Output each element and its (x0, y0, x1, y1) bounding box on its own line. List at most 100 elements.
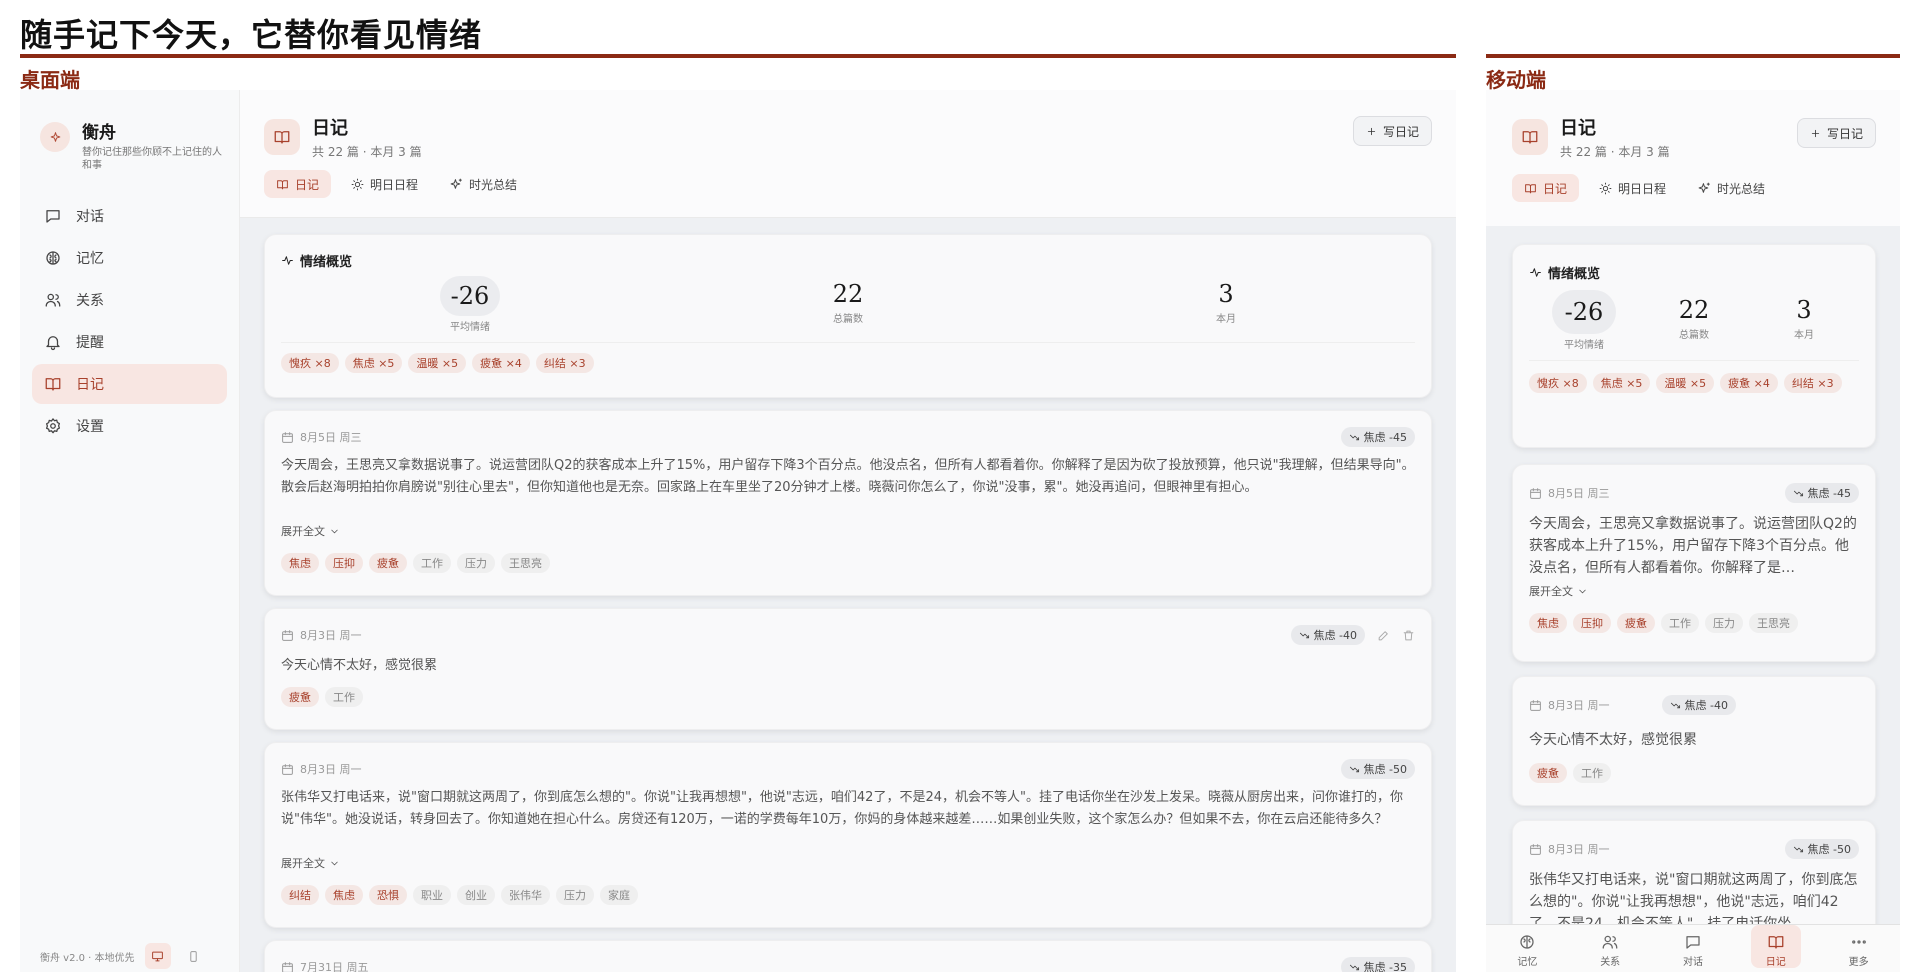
tab-label: 明日日程 (370, 177, 419, 192)
emotion-chip[interactable]: 愧疚 ×8 (281, 353, 339, 373)
expand-button[interactable]: 展开全文 (281, 855, 1415, 871)
mood-badge: 焦虑 -40 (1661, 695, 1736, 715)
month-label: 本月 (1216, 314, 1236, 325)
diary-entry[interactable]: 7月31日 周五 焦虑 -35 (264, 940, 1432, 972)
mood-text: 焦虑 -50 (1363, 763, 1407, 776)
emotion-chip[interactable]: 愧疚 ×8 (1529, 373, 1587, 393)
emotion-chip[interactable]: 疲惫 ×4 (1720, 373, 1778, 393)
emotion-chips: 愧疚 ×8 焦虑 ×5 温暖 ×5 疲惫 ×4 纠结 ×3 (1529, 360, 1859, 393)
entry-text: 今天心情不太好，感觉很累 (281, 658, 438, 673)
sidebar-item-memory[interactable]: 记忆 (32, 238, 227, 278)
emotion-tag: 纠结 (281, 885, 319, 905)
tab-schedule[interactable]: 明日日程 (339, 170, 430, 198)
desktop-preview: 衡舟 替你记住那些你顾不上记住的人和事 对话 记忆 关系 提醒 日记 设置 衡舟… (20, 90, 1456, 972)
mood-badge: 焦虑 -40 (1290, 625, 1365, 645)
desktop-view-button[interactable] (144, 943, 171, 969)
desktop-label: 桌面端 (20, 68, 80, 92)
sidebar-item-label: 设置 (76, 419, 104, 435)
sidebar-item-reminders[interactable]: 提醒 (32, 322, 227, 362)
brand-subtitle: 替你记住那些你顾不上记住的人和事 (82, 147, 222, 171)
emotion-chip[interactable]: 纠结 ×3 (1783, 373, 1842, 393)
entry-tags: 疲惫 工作 (1529, 763, 1859, 783)
mobile-nav-label: 对话 (1682, 957, 1703, 968)
expand-button[interactable]: 展开全文 (281, 523, 1415, 539)
trash-icon[interactable] (1402, 629, 1415, 642)
trending-down-icon (1349, 964, 1359, 970)
activity-icon (1529, 266, 1542, 279)
more-icon (1850, 933, 1868, 951)
mood-badge: 焦虑 -45 (1784, 483, 1859, 503)
emotion-chip[interactable]: 疲惫 ×4 (472, 353, 530, 373)
diary-entry[interactable]: 8月3日 周一 焦虑 -50 张伟华又打电话来，说"窗口期就这两周了，你到底怎么… (264, 742, 1432, 928)
book-icon (1767, 933, 1785, 951)
total-stat: 22 总篇数 (1639, 290, 1749, 342)
diary-entry[interactable]: 8月3日 周一 焦虑 -40 今天心情不太好，感觉很累 疲惫 工作 (1512, 676, 1876, 806)
mood-text: 焦虑 -40 (1684, 699, 1728, 712)
calendar-icon (1529, 487, 1542, 500)
entry-date: 7月31日 周五 (300, 961, 369, 972)
topic-tag: 工作 (1661, 613, 1699, 633)
emotion-tag: 疲惫 (1617, 613, 1655, 633)
sidebar-item-chat[interactable]: 对话 (32, 196, 227, 236)
expand-button[interactable]: 展开全文 (1529, 583, 1859, 599)
calendar-icon (281, 431, 294, 444)
mobile-view-button[interactable] (181, 943, 207, 969)
page-title: 日记 (312, 118, 348, 139)
mobile-nav-chat[interactable]: 对话 (1668, 925, 1718, 968)
avg-stat: -26 平均情绪 (281, 276, 659, 333)
tab-diary[interactable]: 日记 (264, 170, 332, 198)
entry-text: 张伟华又打电话来，说"窗口期就这两周了，你到底怎么想的"。你说"让我再想想"，他… (281, 790, 1403, 827)
emotion-chip[interactable]: 焦虑 ×5 (344, 353, 403, 373)
tab-summary[interactable]: 时光总结 (438, 170, 529, 198)
sidebar-item-label: 关系 (76, 293, 104, 309)
sidebar-item-label: 提醒 (76, 335, 104, 351)
mobile-nav-more[interactable]: 更多 (1834, 925, 1884, 968)
diary-entry[interactable]: 8月5日 周三 焦虑 -45 今天周会，王思亮又拿数据说事了。说运营团队Q2的获… (1512, 464, 1876, 662)
users-icon (1601, 933, 1619, 951)
mobile-nav-label: 关系 (1600, 957, 1621, 968)
page-headline: 随手记下今天，它替你看见情绪 (20, 16, 483, 54)
calendar-icon (281, 961, 294, 972)
emotion-chip[interactable]: 温暖 ×5 (408, 353, 467, 373)
entry-date: 8月3日 周一 (1548, 843, 1610, 856)
emotion-chip[interactable]: 纠结 ×3 (535, 353, 594, 373)
topic-tag: 工作 (325, 687, 363, 707)
mobile-nav-label: 日记 (1765, 957, 1786, 968)
emotion-tag: 焦虑 (325, 885, 363, 905)
users-icon (44, 291, 62, 309)
emotion-tag: 压抑 (325, 553, 363, 573)
write-diary-button[interactable]: 写日记 (1352, 116, 1432, 146)
sidebar-item-relations[interactable]: 关系 (32, 280, 227, 320)
entry-tags: 纠结 焦虑 恐惧 职业 创业 张伟华 压力 家庭 (281, 885, 1415, 905)
month-stat: 3 本月 (1037, 276, 1415, 328)
mobile-nav-diary[interactable]: 日记 (1750, 925, 1801, 968)
avg-label: 平均情绪 (450, 322, 490, 333)
edit-icon[interactable] (1377, 629, 1390, 642)
mood-text: 焦虑 -40 (1313, 629, 1357, 642)
mobile-nav-memory[interactable]: 记忆 (1502, 925, 1552, 968)
trending-down-icon (1670, 702, 1680, 708)
page-title: 日记 (1560, 118, 1596, 139)
entry-date: 8月3日 周一 (300, 763, 362, 776)
tab-bar: 日记 明日日程 时光总结 (1512, 174, 1777, 202)
tab-label: 日记 (295, 177, 320, 192)
emotion-tag: 恐惧 (369, 885, 407, 905)
tab-diary[interactable]: 日记 (1512, 174, 1580, 202)
sidebar-item-label: 记忆 (76, 251, 104, 267)
emotion-chip[interactable]: 焦虑 ×5 (1592, 373, 1651, 393)
entry-date: 8月5日 周三 (300, 431, 362, 444)
sidebar-nav: 对话 记忆 关系 提醒 日记 设置 (20, 196, 239, 446)
mobile-nav-relations[interactable]: 关系 (1585, 925, 1635, 968)
sidebar-item-diary[interactable]: 日记 (32, 364, 227, 404)
tab-schedule[interactable]: 明日日程 (1587, 174, 1678, 202)
diary-entry[interactable]: 8月3日 周一 焦虑 -40 今天心情不太好，感觉很累 疲惫 工作 (264, 608, 1432, 730)
emotion-chip[interactable]: 温暖 ×5 (1656, 373, 1715, 393)
topic-tag: 工作 (413, 553, 451, 573)
mobile-nav-label: 记忆 (1517, 957, 1538, 968)
tab-summary[interactable]: 时光总结 (1686, 174, 1777, 202)
diary-entry[interactable]: 8月5日 周三 焦虑 -45 今天周会，王思亮又拿数据说事了。说运营团队Q2的获… (264, 410, 1432, 596)
write-diary-button[interactable]: 写日记 (1796, 118, 1876, 148)
topic-tag: 王思亮 (501, 553, 550, 573)
sidebar-item-settings[interactable]: 设置 (32, 406, 227, 446)
chat-icon (1684, 933, 1702, 951)
